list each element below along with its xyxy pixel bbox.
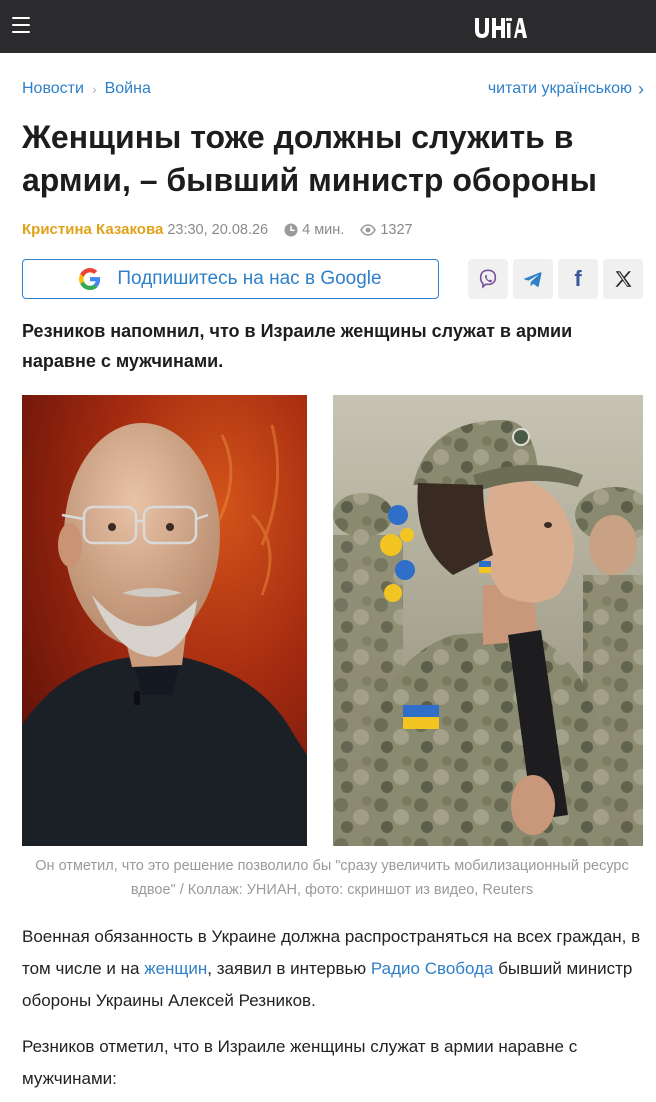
photo-caption: Он отметил, что это решение позволило бы… bbox=[35, 858, 629, 898]
article-lead: Резников напомнил, что в Израиле женщины… bbox=[22, 321, 573, 371]
x-icon bbox=[615, 271, 632, 287]
article-title: Женщины тоже должны служить в армии, – б… bbox=[22, 119, 597, 198]
paragraph-text: , заявил в интервью bbox=[207, 959, 371, 978]
google-subscribe-button[interactable]: Подпишитесь на нас в Google bbox=[22, 259, 439, 299]
telegram-icon bbox=[524, 272, 542, 287]
article-meta: Кристина Казакова 23:30, 20.08.26 4 мин.… bbox=[22, 221, 413, 238]
breadcrumb: Новости › Война bbox=[22, 78, 151, 100]
clock-icon bbox=[284, 223, 298, 236]
share-facebook-button[interactable]: f bbox=[558, 259, 598, 299]
facebook-icon: f bbox=[574, 266, 582, 291]
language-switch-link[interactable]: читати українською › bbox=[488, 80, 644, 98]
chevron-right-icon: › bbox=[638, 79, 644, 99]
eye-icon bbox=[360, 223, 377, 236]
google-g-icon bbox=[79, 268, 101, 290]
unian-logo[interactable] bbox=[474, 16, 530, 40]
chevron-right-icon: › bbox=[91, 81, 97, 97]
top-bar bbox=[0, 0, 656, 53]
photo-reznikov bbox=[22, 395, 307, 846]
author-link[interactable]: Кристина Казакова bbox=[22, 221, 163, 238]
breadcrumb-war[interactable]: Война bbox=[105, 80, 151, 98]
share-telegram-button[interactable] bbox=[513, 259, 553, 299]
photo-female-soldier bbox=[333, 395, 643, 846]
share-viber-button[interactable] bbox=[468, 259, 508, 299]
article-paragraph-2: Резников отметил, что в Израиле женщины … bbox=[22, 1037, 578, 1088]
hamburger-menu-icon[interactable] bbox=[12, 17, 30, 33]
breadcrumb-news[interactable]: Новости bbox=[22, 80, 84, 98]
view-count: 1327 bbox=[380, 221, 413, 238]
link-radio-svoboda[interactable]: Радио Свобода bbox=[371, 959, 494, 978]
share-x-button[interactable] bbox=[603, 259, 643, 299]
language-switch-label: читати українською bbox=[487, 80, 632, 97]
article-paragraph-1: Военная обязанность в Украине должна рас… bbox=[22, 921, 647, 1017]
publish-datetime: 23:30, 20.08.26 bbox=[167, 221, 269, 238]
google-subscribe-label: Подпишитесь на нас в Google bbox=[117, 268, 382, 289]
article-photo-collage[interactable] bbox=[22, 395, 643, 846]
link-women[interactable]: женщин bbox=[144, 959, 207, 978]
viber-icon bbox=[479, 269, 497, 289]
read-time: 4 мин. bbox=[302, 221, 345, 238]
